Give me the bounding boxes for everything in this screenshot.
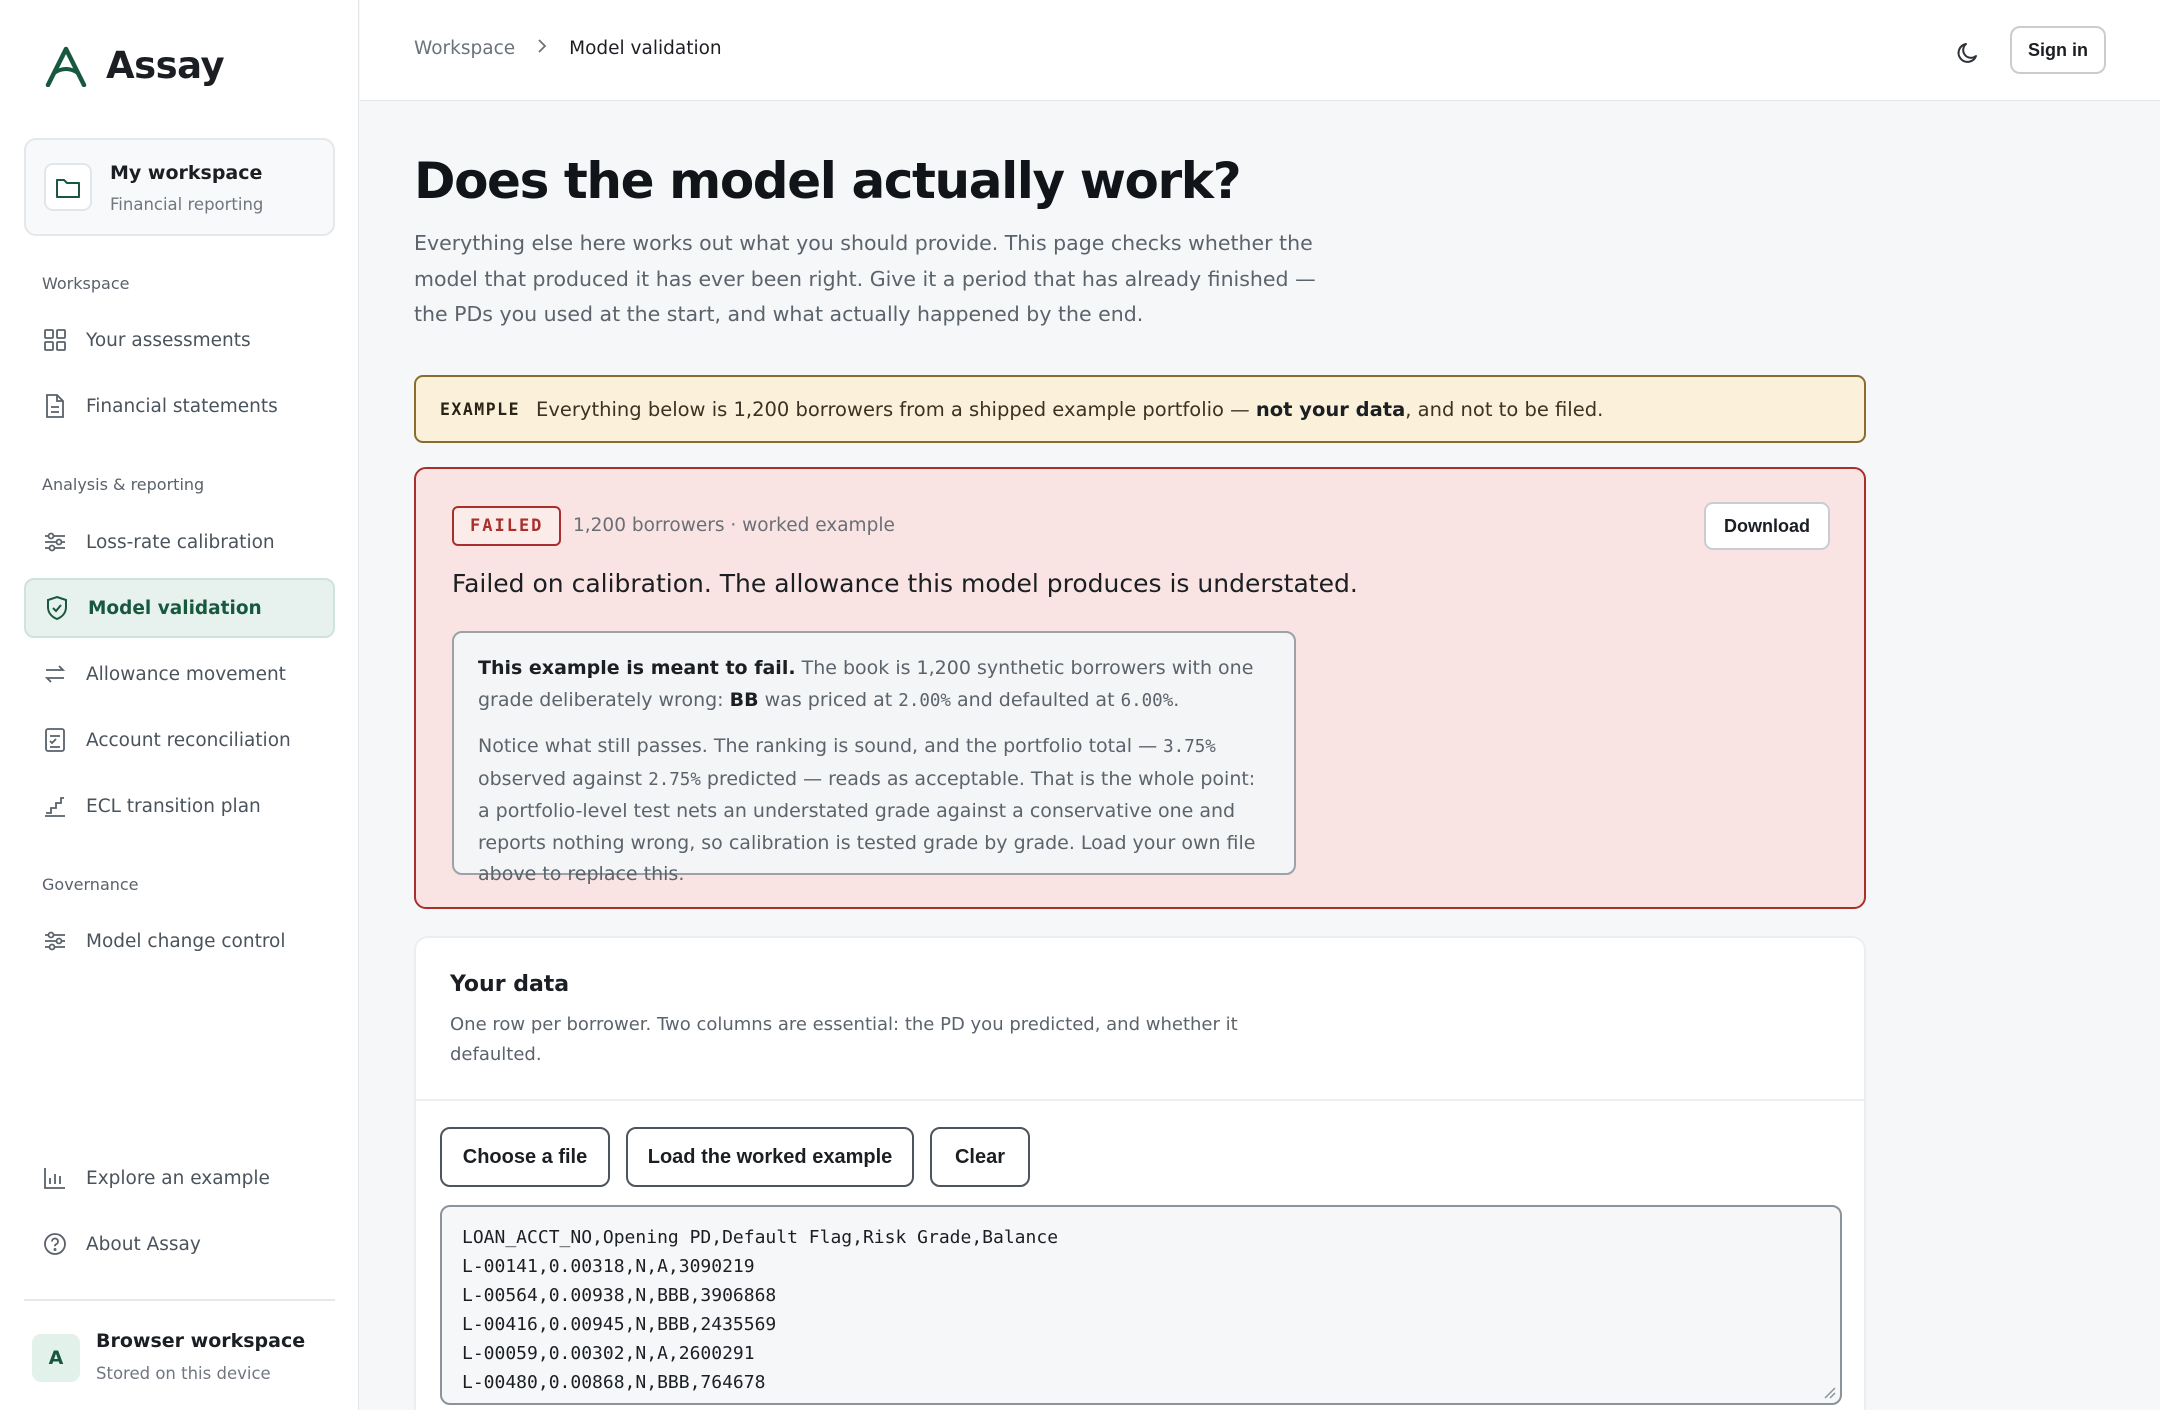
validation-result-panel: FAILED 1,200 borrowers · worked example …	[414, 467, 1866, 909]
example-text-part: , and not to be filed.	[1405, 397, 1604, 421]
breadcrumb: Workspace Model validation	[414, 38, 722, 59]
workspace-title: My workspace	[110, 162, 263, 184]
load-example-button[interactable]: Load the worked example	[626, 1127, 914, 1187]
page-intro: Everything else here works out what you …	[414, 231, 1316, 326]
clear-button[interactable]: Clear	[930, 1127, 1030, 1187]
sidebar-item-account-reconciliation[interactable]: Account reconciliation	[24, 710, 335, 770]
avatar[interactable]: A	[32, 1334, 80, 1382]
workspace-switcher[interactable]: My workspace Financial reporting	[24, 138, 335, 236]
note-predicted-value: 2.75%	[648, 769, 701, 790]
moon-icon	[1957, 43, 1977, 63]
sidebar-item-explore-example[interactable]: Explore an example	[24, 1148, 335, 1208]
note-pd-value: 2.00%	[898, 690, 951, 711]
sidebar-item-label: About Assay	[86, 1233, 201, 1255]
brand[interactable]: Assay	[44, 44, 225, 87]
folder-icon	[44, 163, 92, 211]
sidebar-item-label: Allowance movement	[86, 663, 286, 685]
note-paragraph-1: This example is meant to fail. The book …	[478, 653, 1270, 717]
example-tag: EXAMPLE	[440, 399, 521, 419]
document-icon	[42, 393, 68, 419]
note-text: Notice what still passes. The ranking is…	[478, 735, 1164, 757]
note-text: and defaulted at	[950, 688, 1121, 711]
breadcrumb-workspace[interactable]: Workspace	[414, 38, 515, 59]
sidebar-divider	[24, 1299, 335, 1301]
sidebar-item-loss-rate-calibration[interactable]: Loss-rate calibration	[24, 512, 335, 572]
sidebar-item-ecl-transition-plan[interactable]: ECL transition plan	[24, 776, 335, 836]
data-card-divider	[416, 1099, 1864, 1101]
section-label-analysis: Analysis & reporting	[42, 475, 205, 494]
sidebar-item-about[interactable]: About Assay	[24, 1214, 335, 1274]
choose-file-button[interactable]: Choose a file	[440, 1127, 610, 1187]
shield-check-icon	[44, 595, 70, 621]
sidebar-item-label: Your assessments	[86, 329, 251, 351]
example-text: Everything below is 1,200 borrowers from…	[536, 398, 1603, 421]
note-paragraph-2: Notice what still passes. The ranking is…	[478, 731, 1270, 891]
workspace-subtitle: Financial reporting	[110, 195, 264, 214]
note-lead: This example is meant to fail.	[478, 657, 796, 679]
example-text-emphasis: not your data	[1255, 397, 1406, 421]
sliders-icon	[42, 529, 68, 555]
browser-workspace-title: Browser workspace	[96, 1330, 306, 1352]
topbar: Workspace Model validation Sign in	[360, 0, 2160, 101]
sign-in-button[interactable]: Sign in	[2010, 26, 2106, 74]
note-text: was priced at	[758, 688, 899, 711]
data-card-title: Your data	[450, 972, 570, 997]
section-label-workspace: Workspace	[42, 274, 130, 293]
your-data-card: Your data One row per borrower. Two colu…	[414, 936, 1866, 1410]
sidebar-item-allowance-movement[interactable]: Allowance movement	[24, 644, 335, 704]
arrows-swap-icon	[42, 661, 68, 687]
result-headline: Failed on calibration. The allowance thi…	[452, 569, 1358, 598]
sidebar-item-model-change-control[interactable]: Model change control	[24, 911, 335, 971]
note-text: observed against	[478, 767, 649, 790]
data-card-description: One row per borrower. Two columns are es…	[450, 1014, 1238, 1065]
sidebar-item-label: Loss-rate calibration	[86, 531, 275, 553]
sidebar-item-label: Model validation	[88, 597, 262, 619]
sidebar-item-your-assessments[interactable]: Your assessments	[24, 310, 335, 370]
bar-chart-icon	[42, 1165, 68, 1191]
help-circle-icon	[42, 1231, 68, 1257]
sidebar-item-label: Model change control	[86, 930, 286, 952]
section-label-governance: Governance	[42, 875, 139, 894]
resize-grip-icon[interactable]	[1822, 1385, 1836, 1399]
sidebar-item-label: Explore an example	[86, 1167, 270, 1189]
assay-logo-icon	[45, 46, 87, 87]
page-title: Does the model actually work?	[414, 152, 1242, 210]
example-note: This example is meant to fail. The book …	[452, 631, 1296, 885]
note-observed-value: 3.75%	[1163, 737, 1216, 757]
app-name: Assay	[106, 44, 225, 87]
example-text-part: Everything below is 1,200 borrowers from…	[536, 397, 1256, 421]
sidebar-item-label: Financial statements	[86, 395, 278, 417]
sidebar-item-label: Account reconciliation	[86, 729, 291, 751]
sidebar-item-financial-statements[interactable]: Financial statements	[24, 376, 335, 436]
sidebar-item-label: ECL transition plan	[86, 795, 261, 817]
theme-toggle-button[interactable]	[1948, 33, 1988, 73]
sidebar-item-model-validation[interactable]: Model validation	[24, 578, 335, 638]
grid-icon	[42, 327, 68, 353]
csv-input[interactable]: LOAN_ACCT_NO,Opening PD,Default Flag,Ris…	[440, 1205, 1842, 1405]
steps-icon	[42, 793, 68, 819]
note-text: .	[1173, 688, 1180, 711]
note-grade: BB	[729, 688, 759, 711]
breadcrumb-current: Model validation	[569, 38, 722, 59]
browser-workspace-subtitle: Stored on this device	[96, 1364, 271, 1383]
example-banner: EXAMPLE Everything below is 1,200 borrow…	[414, 375, 1866, 443]
result-meta: 1,200 borrowers · worked example	[573, 515, 895, 536]
note-default-rate: 6.00%	[1120, 690, 1174, 711]
download-button[interactable]: Download	[1704, 502, 1830, 550]
checklist-icon	[42, 727, 68, 753]
sidebar: Assay My workspace Financial reporting W…	[0, 0, 359, 1410]
sliders-icon	[42, 928, 68, 954]
chevron-right-icon	[537, 38, 547, 59]
status-badge: FAILED	[452, 506, 562, 546]
